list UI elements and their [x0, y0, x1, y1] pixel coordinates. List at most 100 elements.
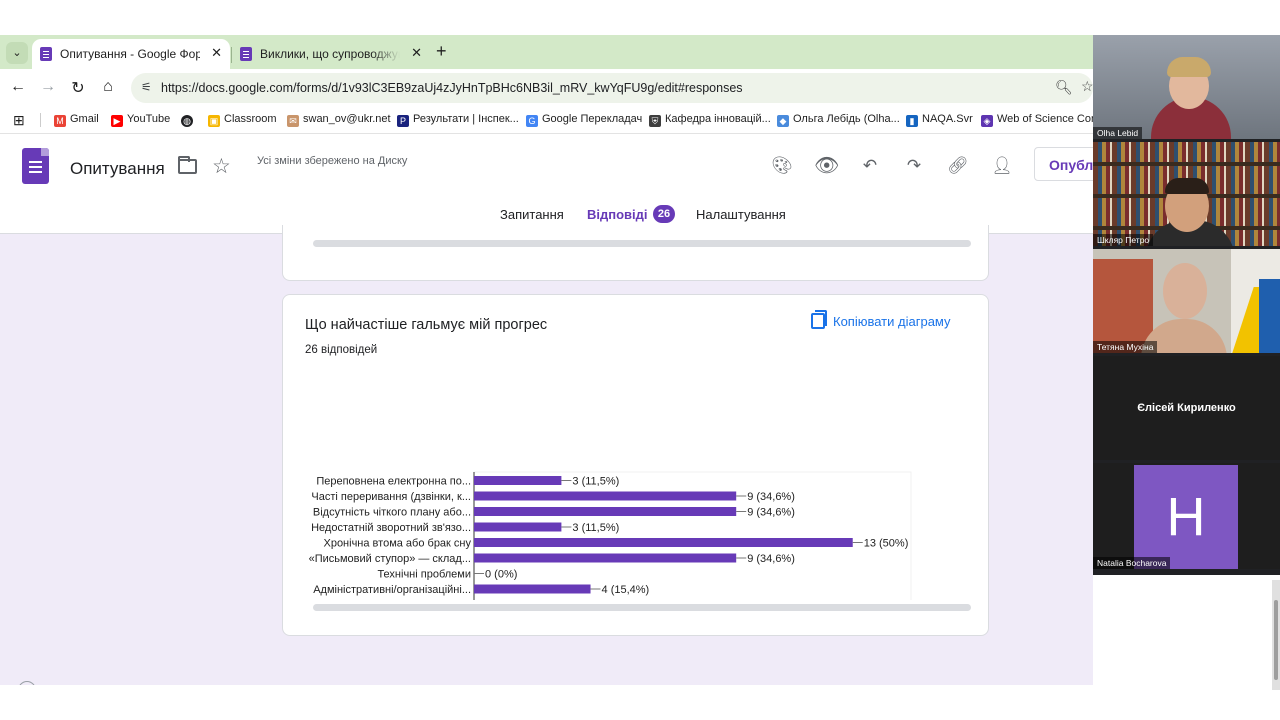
- bookmark-label: NAQA.Svr: [922, 113, 973, 125]
- vertical-scrollbar[interactable]: [1272, 580, 1280, 690]
- browser-toolbar: ← → ↻ ⌂ ⚟ https://docs.google.com/forms/…: [0, 69, 1093, 107]
- participant-tile[interactable]: Тетяна Мухіна: [1093, 249, 1280, 353]
- scrollbar-thumb[interactable]: [1274, 600, 1278, 680]
- tab-settings[interactable]: Налаштування: [696, 207, 786, 222]
- participant-name: Тетяна Мухіна: [1093, 341, 1158, 353]
- participant-video: [1163, 263, 1207, 319]
- bookmark-label: Classroom: [224, 113, 277, 125]
- chart-data-label: 13 (50%): [864, 538, 909, 550]
- chart-data-label: 2 (7,7%): [543, 600, 585, 601]
- url-text[interactable]: https://docs.google.com/forms/d/1v93lC3E…: [161, 81, 743, 95]
- browser-window: ⌄ Опитування - Google Форми ✕ Виклики, щ…: [0, 35, 1093, 685]
- chart-category-label: «Письмовий ступор» — склад...: [309, 553, 471, 565]
- back-icon[interactable]: ←: [8, 78, 28, 96]
- bookmark-naqa[interactable]: ▮ NAQA.Svr: [906, 113, 973, 127]
- bookmark-star-icon[interactable]: ☆: [1081, 78, 1093, 95]
- preview-eye-icon[interactable]: 👁︎: [814, 154, 839, 178]
- participant-tile[interactable]: Olha Lebid: [1093, 35, 1280, 139]
- palette-icon[interactable]: 🎨︎: [770, 154, 794, 178]
- bookmark-wos[interactable]: ◈ Web of Science Cor...: [981, 113, 1093, 127]
- address-bar[interactable]: ⚟ https://docs.google.com/forms/d/1v93lC…: [131, 73, 1093, 103]
- undo-icon[interactable]: ↶: [858, 154, 882, 178]
- new-tab-icon[interactable]: +: [436, 41, 447, 62]
- form-title[interactable]: Опитування: [70, 159, 165, 179]
- shield-icon: ⛨: [649, 115, 661, 127]
- bookmark-olha[interactable]: ◆ Ольга Лебідь (Olha...: [777, 113, 900, 127]
- bookmark-gmail[interactable]: M Gmail: [54, 113, 99, 127]
- participant-video: [1165, 178, 1209, 194]
- bookmarks-divider: [40, 113, 41, 127]
- forms-favicon-icon: [240, 47, 252, 61]
- chart-category-labels: Переповнена електронна по... Часті перери…: [309, 476, 472, 601]
- wos-icon: ◈: [981, 115, 993, 127]
- participant-tile[interactable]: Шкляр Петро: [1093, 142, 1280, 246]
- close-icon[interactable]: ✕: [411, 45, 422, 61]
- classroom-icon: ▣: [208, 115, 220, 127]
- copy-chart-button[interactable]: Копіювати діаграму: [811, 310, 951, 329]
- chart-category-label: Технічні проблеми: [377, 569, 471, 581]
- forward-icon[interactable]: →: [38, 78, 58, 96]
- link-icon[interactable]: 🔗︎: [946, 154, 970, 178]
- tab-search-icon[interactable]: ⌄: [6, 42, 28, 64]
- bookmark-label: swan_ov@ukr.net: [303, 113, 391, 125]
- diamond-icon: ◆: [777, 115, 789, 127]
- globe-icon: ◍: [181, 115, 193, 127]
- chart-bars: [474, 476, 853, 594]
- youtube-icon: ▶: [111, 115, 123, 127]
- home-icon[interactable]: ⌂: [98, 78, 118, 96]
- reload-icon[interactable]: ↻: [68, 78, 88, 98]
- mail-icon: ✉: [287, 115, 299, 127]
- bookmark-classroom[interactable]: ▣ Classroom: [208, 113, 277, 127]
- chart-frame: [473, 471, 912, 600]
- folder-icon[interactable]: [178, 156, 197, 174]
- zoom-icon[interactable]: 🔍︎: [1055, 79, 1073, 96]
- save-status: Усі зміни збережено на Диску: [257, 155, 408, 167]
- bookmark-department[interactable]: ⛨ Кафедра інновацій...: [649, 113, 771, 127]
- p-logo-icon: P: [397, 115, 409, 127]
- chart-data-label: 3 (11,5%): [572, 522, 619, 534]
- question-summary-card: Що найчастіше гальмує мій прогрес 26 від…: [282, 294, 989, 636]
- forms-favicon-icon: [40, 47, 52, 61]
- chart-category-label: Недостатній зворотний зв'язо...: [311, 522, 471, 534]
- add-collaborator-icon[interactable]: 👤︎: [990, 154, 1014, 178]
- tab-forms[interactable]: Опитування - Google Форми ✕: [32, 39, 230, 69]
- chart-data-label: 0 (0%): [485, 569, 517, 581]
- video-participants-panel: Olha Lebid Шкляр Петро Тетяна Мухіна Єлі…: [1093, 35, 1280, 575]
- bookmark-ukrnet[interactable]: ✉ swan_ov@ukr.net: [287, 113, 391, 127]
- bookmark-inspect[interactable]: P Результати | Інспек...: [397, 113, 519, 127]
- chart-data-label: 9 (34,6%): [747, 507, 795, 519]
- redo-icon[interactable]: ↷: [902, 154, 926, 178]
- chart-category-label: Переповнена електронна по...: [316, 476, 471, 488]
- horizontal-scrollbar[interactable]: [313, 604, 971, 611]
- horizontal-scrollbar[interactable]: [313, 240, 971, 247]
- bookmark-translate[interactable]: G Google Перекладач: [526, 113, 642, 127]
- previous-question-card: [282, 225, 989, 281]
- chart-data-label: 3 (11,5%): [572, 476, 619, 488]
- participant-tile[interactable]: H Natalia Bocharova: [1093, 463, 1280, 569]
- close-icon[interactable]: ✕: [211, 45, 222, 61]
- tab-strip: ⌄ Опитування - Google Форми ✕ Виклики, щ…: [0, 35, 1093, 69]
- tab-challenges[interactable]: Виклики, що супроводжують ✕: [232, 39, 430, 69]
- translate-icon: G: [526, 115, 538, 127]
- bookmark-label: Web of Science Cor...: [997, 113, 1093, 125]
- participant-name: Olha Lebid: [1093, 127, 1143, 139]
- bookmark-youtube[interactable]: ▶ YouTube: [111, 113, 170, 127]
- video-background: [1093, 162, 1280, 166]
- chart-bar: [474, 507, 737, 516]
- tab-responses[interactable]: Відповіді: [587, 207, 648, 222]
- copy-chart-label: Копіювати діаграму: [833, 314, 951, 329]
- tab-questions[interactable]: Запитання: [500, 207, 564, 222]
- bar-chart: Переповнена електронна по... Часті перери…: [309, 471, 912, 601]
- bookmarks-bar: ⊞ M Gmail ▶ YouTube ◍ ▣ Classroom ✉ swan_ov@…: [0, 107, 1093, 134]
- bookmark-globe[interactable]: ◍: [181, 113, 197, 127]
- publish-button[interactable]: Опублі: [1034, 147, 1093, 181]
- chart-category-label: Часті переривання (дзвінки, к...: [311, 491, 471, 503]
- participant-tile[interactable]: Єлісей Кириленко: [1093, 356, 1280, 460]
- help-icon[interactable]: ?: [18, 681, 36, 685]
- participant-video: [1167, 57, 1211, 77]
- responses-content: Що найчастіше гальмує мій прогрес 26 від…: [0, 225, 1093, 685]
- site-info-icon[interactable]: ⚟: [141, 80, 152, 94]
- star-icon[interactable]: ☆: [212, 154, 231, 179]
- forms-logo-icon[interactable]: [22, 148, 49, 184]
- apps-grid-icon[interactable]: ⊞: [13, 112, 25, 129]
